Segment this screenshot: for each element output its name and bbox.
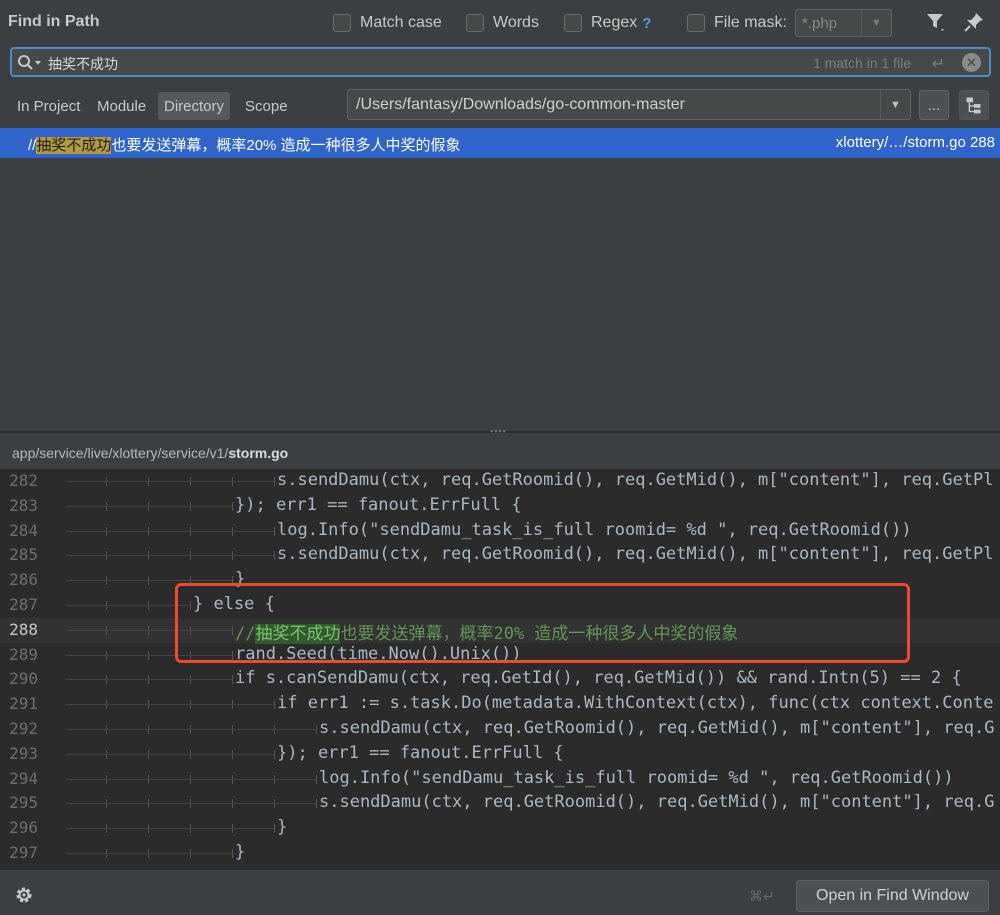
code-line: 292 s.sendDamu(ctx, req.GetRoomid(), req… (0, 717, 1000, 742)
code-text: if s.canSendDamu(ctx, req.GetId(), req.G… (235, 668, 962, 689)
result-match: 抽奖不成功 (36, 137, 112, 154)
line-number: 297 (9, 843, 38, 862)
tree-icon[interactable] (959, 90, 989, 120)
pin-icon[interactable] (962, 10, 986, 34)
result-text: //抽奖不成功也要发送弹幕，概率20% 造成一种很多人中奖的假象 (28, 134, 461, 155)
file-mask-select[interactable]: *.php ▼ (795, 9, 892, 37)
regex-label: Regex (591, 14, 638, 31)
search-icon[interactable] (16, 53, 44, 73)
line-number: 283 (9, 495, 38, 515)
code-text: s.sendDamu(ctx, req.GetRoomid(), req.Get… (319, 792, 995, 813)
line-number: 289 (9, 644, 38, 664)
line-number: 290 (9, 669, 38, 689)
clear-icon[interactable]: ✕ (962, 53, 981, 72)
search-input[interactable]: 抽奖不成功 1 match in 1 file ↵ ✕ (10, 47, 991, 77)
file-mask-option[interactable]: File mask: (687, 12, 787, 34)
code-line: 282 s.sendDamu(ctx, req.GetRoomid(), req… (0, 469, 1000, 494)
file-mask-label: File mask: (714, 14, 787, 31)
code-text: s.sendDamu(ctx, req.GetRoomid(), req.Get… (277, 544, 994, 565)
preview-path-dir: app/service/live/xlottery/service/v1/ (12, 445, 229, 461)
line-number: 295 (9, 793, 38, 813)
directory-path[interactable]: /Users/fantasy/Downloads/go-common-maste… (356, 96, 685, 114)
code-line: 285 s.sendDamu(ctx, req.GetRoomid(), req… (0, 543, 1000, 568)
code-line: 296 } (0, 816, 1000, 841)
open-in-find-window-button[interactable]: Open in Find Window (796, 880, 989, 912)
code-text: s.sendDamu(ctx, req.GetRoomid(), req.Get… (319, 718, 995, 738)
filter-icon[interactable] (924, 10, 948, 34)
tab-scope[interactable]: Scope (239, 92, 294, 120)
code-line: 283 }); err1 == fanout.ErrFull { (0, 494, 1000, 519)
code-text: } (235, 842, 246, 862)
splitter-grip[interactable]: ▪▪▪▪ (490, 426, 510, 436)
code-line: 293 }); err1 == fanout.ErrFull { (0, 742, 1000, 767)
line-number: 291 (9, 694, 38, 714)
code-text: } (277, 817, 288, 838)
footer-bar: ⌘↵ Open in Find Window (0, 869, 1000, 915)
preview-file-path: app/service/live/xlottery/service/v1/sto… (12, 445, 288, 461)
regex-help-link[interactable]: ? (642, 15, 651, 32)
code-text: log.Info("sendDamu_task_is_full roomid= … (319, 767, 954, 788)
code-line: 294 log.Info("sendDamu_task_is_full room… (0, 767, 1000, 792)
file-mask-checkbox[interactable] (687, 14, 705, 32)
code-preview[interactable]: 282 s.sendDamu(ctx, req.GetRoomid(), req… (0, 469, 1000, 869)
settings-icon[interactable] (14, 885, 34, 905)
search-query[interactable]: 抽奖不成功 (48, 54, 118, 74)
result-rest: 也要发送弹幕，概率20% 造成一种很多人中奖的假象 (111, 137, 461, 154)
line-number: 294 (9, 768, 38, 788)
highlight-annotation (175, 583, 910, 663)
tab-module[interactable]: Module (91, 92, 152, 120)
chevron-down-icon[interactable]: ▼ (861, 10, 891, 36)
line-number: 284 (9, 520, 38, 540)
shortcut-hint: ⌘↵ (749, 888, 775, 904)
line-number: 287 (9, 595, 38, 614)
line-number: 286 (9, 570, 38, 590)
code-text: log.Info("sendDamu_task_is_full roomid= … (277, 519, 912, 540)
code-line: 297 } (0, 841, 1000, 866)
line-number: 296 (9, 818, 38, 838)
directory-select[interactable]: /Users/fantasy/Downloads/go-common-maste… (347, 89, 911, 120)
code-line: 284 log.Info("sendDamu_task_is_full room… (0, 519, 1000, 544)
code-line: 291 if err1 := s.task.Do(metadata.WithCo… (0, 692, 1000, 717)
regex-checkbox[interactable] (564, 14, 582, 32)
match-case-option[interactable]: Match case (333, 12, 442, 34)
find-toolbar: Find in Path Match case Words Regex ? Fi… (0, 0, 1000, 44)
match-count: 1 match in 1 file (812, 55, 911, 71)
preview-path-file: storm.go (228, 445, 289, 461)
code-line: 295 s.sendDamu(ctx, req.GetRoomid(), req… (0, 791, 1000, 816)
line-number: 288 (9, 619, 38, 639)
code-text: if err1 := s.task.Do(metadata.WithContex… (277, 693, 994, 714)
words-checkbox[interactable] (466, 14, 484, 32)
line-number: 293 (9, 743, 38, 763)
enter-icon: ↵ (931, 56, 945, 73)
dialog-title: Find in Path (8, 13, 100, 30)
file-mask-value[interactable]: *.php (802, 15, 837, 32)
chevron-down-icon[interactable]: ▼ (880, 90, 910, 119)
regex-option[interactable]: Regex ? (564, 12, 651, 34)
browse-button[interactable]: ... (919, 90, 949, 120)
match-case-checkbox[interactable] (333, 14, 351, 32)
tab-directory[interactable]: Directory (158, 92, 231, 120)
tab-in-project[interactable]: In Project (11, 92, 86, 120)
code-text: }); err1 == fanout.ErrFull { (277, 742, 564, 763)
result-file: xlottery/…/storm.go 288 (835, 134, 995, 151)
code-line: 290 if s.canSendDamu(ctx, req.GetId(), r… (0, 667, 1000, 692)
match-case-label: Match case (360, 14, 442, 31)
line-number: 292 (9, 719, 38, 738)
line-number: 282 (9, 471, 38, 490)
search-result-row[interactable]: //抽奖不成功也要发送弹幕，概率20% 造成一种很多人中奖的假象 xlotter… (0, 128, 1000, 158)
words-label: Words (493, 14, 539, 31)
code-text: }); err1 == fanout.ErrFull { (235, 494, 522, 515)
line-number: 285 (9, 545, 38, 565)
words-option[interactable]: Words (466, 12, 539, 34)
code-text: s.sendDamu(ctx, req.GetRoomid(), req.Get… (277, 470, 994, 490)
